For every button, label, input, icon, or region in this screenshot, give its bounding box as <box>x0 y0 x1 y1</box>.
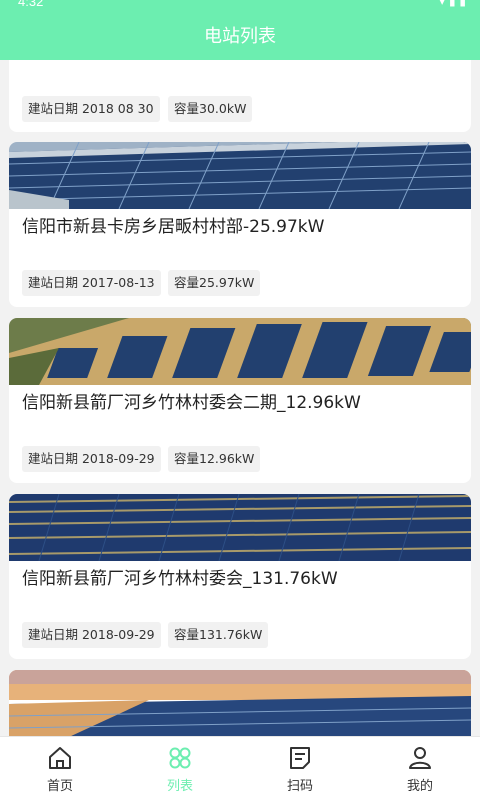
tab-scan[interactable]: 扫码 <box>240 737 360 800</box>
tab-home[interactable]: 首页 <box>0 737 120 800</box>
capacity-tag: 容量30.0kW <box>168 96 253 122</box>
status-icons: ▾ ▮ ▮ <box>439 0 466 8</box>
station-photo <box>9 670 471 736</box>
home-icon <box>49 747 71 769</box>
tab-label: 扫码 <box>286 779 313 794</box>
capacity-tag: 容量12.96kW <box>168 446 261 472</box>
station-name: 信阳新县箭厂河乡竹林村委会二期_12.96kW <box>22 393 361 413</box>
capacity-tag: 容量25.97kW <box>168 270 261 296</box>
scan-icon <box>290 747 310 769</box>
build-date-tag: 建站日期 2018-09-29 <box>22 622 161 648</box>
station-photo <box>9 318 471 385</box>
build-date-tag: 建站日期 2018 08 30 <box>22 96 160 122</box>
build-date-tag: 建站日期 2018-09-29 <box>22 446 161 472</box>
station-photo <box>9 494 471 561</box>
station-card[interactable]: 建站日期 2018 08 30 容量30.0kW <box>9 60 471 132</box>
page-title: 电站列表 <box>204 26 276 47</box>
tab-label: 首页 <box>46 779 73 794</box>
status-time: 4:32 <box>18 0 44 9</box>
station-card[interactable]: 信阳市新县卡房乡居畈村村部-25.97kW 建站日期 2017-08-13 容量… <box>9 142 471 307</box>
grid-icon <box>169 747 191 769</box>
station-name: 信阳新县箭厂河乡竹林村委会_131.76kW <box>22 569 338 589</box>
app-header: 4:32 ▾ ▮ ▮ 电站列表 <box>0 0 480 60</box>
tab-mine[interactable]: 我的 <box>360 737 480 800</box>
bottom-tab-bar: 首页 列表 扫码 我的 <box>0 736 480 800</box>
station-card[interactable]: 信阳新县箭厂河乡竹林村委会_131.76kW 建站日期 2018-09-29 容… <box>9 494 471 659</box>
station-name: 信阳市新县卡房乡居畈村村部-25.97kW <box>22 217 325 237</box>
station-list[interactable]: 建站日期 2018 08 30 容量30.0kW 信阳市新县卡房乡居畈村村部-2… <box>0 60 480 736</box>
tab-label: 我的 <box>406 779 433 794</box>
tab-list[interactable]: 列表 <box>120 737 240 800</box>
station-card[interactable] <box>9 670 471 736</box>
capacity-tag: 容量131.76kW <box>168 622 269 648</box>
tab-label: 列表 <box>166 779 193 794</box>
station-card[interactable]: 信阳新县箭厂河乡竹林村委会二期_12.96kW 建站日期 2018-09-29 … <box>9 318 471 483</box>
user-icon <box>409 747 431 769</box>
build-date-tag: 建站日期 2017-08-13 <box>22 270 161 296</box>
station-photo <box>9 142 471 209</box>
